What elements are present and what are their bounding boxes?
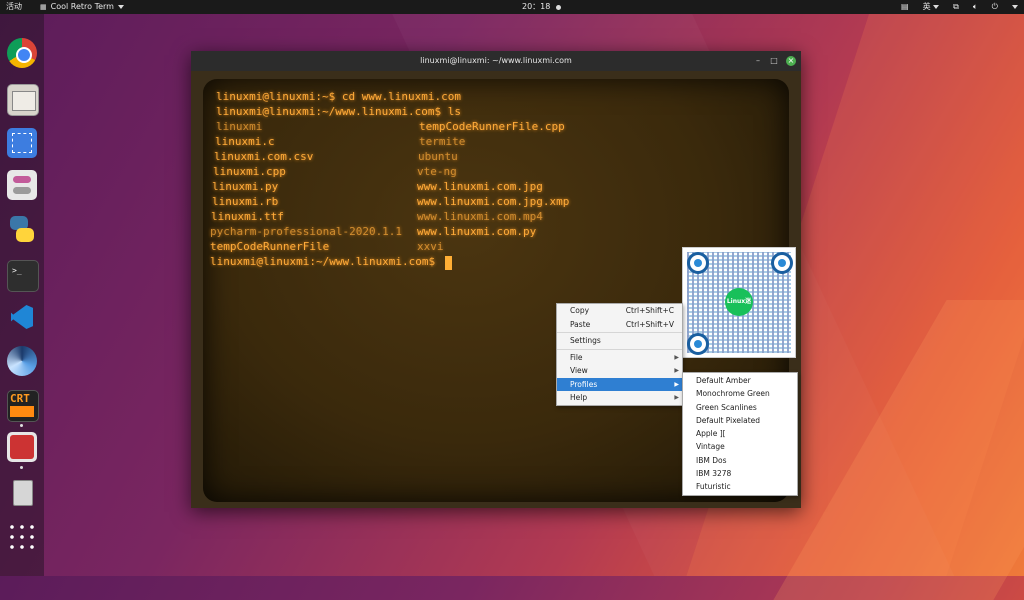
cool-retro-term-icon[interactable]: CRT — [7, 390, 39, 422]
submenu-arrow-icon: ▶ — [674, 394, 679, 401]
dock: >_ CRT — [0, 14, 44, 576]
shortcut-label: Ctrl+Shift+C — [625, 306, 674, 315]
app-menu[interactable]: ▦ Cool Retro Term — [40, 0, 124, 14]
qr-code-image: Linux迷 — [682, 247, 796, 358]
ls-entry: pycharm-professional-2020.1.1 — [210, 225, 403, 238]
ls-entry: www.linuxmi.com.jpg — [417, 180, 543, 193]
ls-entry: linuxmi.rb — [212, 195, 279, 208]
ls-entry: vte-ng — [417, 165, 457, 178]
menu-item-label: View — [570, 366, 588, 375]
qr-logo: Linux迷 — [725, 288, 753, 316]
input-method-indicator[interactable]: 英 — [923, 0, 940, 14]
python-icon[interactable] — [7, 214, 37, 244]
profile-item[interactable]: Monochrome Green — [683, 387, 797, 400]
ls-entry: linuxmi.c — [215, 135, 275, 148]
menu-item-label: Profiles — [570, 379, 598, 389]
menu-item-label: Copy — [570, 306, 590, 315]
power-icon[interactable]: ⏻ — [992, 0, 998, 14]
ls-entry: linuxmi.com.csv — [214, 150, 314, 163]
running-indicator-icon — [20, 466, 23, 469]
window-title: linuxmi@linuxmi: ~/www.linuxmi.com — [420, 56, 572, 65]
ls-entry: tempCodeRunnerFile — [210, 240, 330, 253]
ls-entry: linuxmi.py — [212, 180, 279, 193]
submenu-arrow-icon: ▶ — [674, 380, 679, 388]
files-icon[interactable] — [7, 84, 39, 116]
ls-entry: www.linuxmi.com.mp4 — [417, 210, 543, 223]
menu-item-label: Settings — [570, 336, 601, 345]
shortcut-label: Ctrl+Shift+V — [625, 319, 674, 329]
clock-label: 20：18 — [522, 2, 551, 11]
activities-button[interactable]: 活动 — [6, 0, 22, 14]
system-menu-chevron-icon[interactable] — [1012, 5, 1018, 9]
window-titlebar[interactable]: linuxmi@linuxmi: ~/www.linuxmi.com – □ × — [191, 51, 801, 71]
top-bar: 活动 ▦ Cool Retro Term 20：18 ▤ 英 ⧉ 🔈︎ ⏻ — [0, 0, 1024, 14]
ls-entry: termite — [419, 135, 466, 148]
terminal-cursor — [445, 256, 452, 270]
ls-entry: xxvi — [417, 240, 444, 253]
menu-item-paste[interactable]: Paste Ctrl+Shift+V — [557, 318, 682, 332]
menu-item-help[interactable]: Help ▶ — [557, 391, 682, 405]
submenu-arrow-icon: ▶ — [674, 367, 679, 374]
ls-entry: www.linuxmi.com.py — [417, 225, 537, 238]
ls-entry: linuxmi.ttf — [211, 210, 284, 223]
chevron-down-icon — [933, 5, 940, 9]
profile-item[interactable]: IBM Dos — [683, 454, 797, 467]
close-button[interactable]: × — [786, 56, 796, 66]
ls-entry: linuxmi — [216, 120, 263, 133]
profile-item[interactable]: Apple ][ — [683, 427, 797, 440]
menu-item-view[interactable]: View ▶ — [557, 364, 682, 378]
menu-item-label: File — [570, 352, 583, 362]
profile-item[interactable]: Green Scanlines — [683, 401, 797, 414]
minimize-button[interactable]: – — [753, 56, 763, 66]
network-icon[interactable]: ⧉ — [953, 0, 959, 14]
chevron-down-icon — [117, 5, 124, 9]
screenshot-tool-icon[interactable] — [7, 128, 37, 158]
ls-entry: www.linuxmi.com.jpg.xmp — [417, 195, 570, 208]
clock[interactable]: 20：18 — [522, 0, 562, 14]
ls-entry: tempCodeRunnerFile.cpp — [419, 120, 565, 133]
show-applications-icon[interactable] — [7, 522, 37, 552]
menu-separator — [557, 332, 682, 333]
menu-item-label: Paste — [570, 319, 591, 329]
terminal-line: linuxmi@linuxmi:~$ cd www.linuxmi.com — [216, 90, 462, 103]
vscode-icon[interactable] — [7, 302, 37, 332]
submenu-arrow-icon: ▶ — [674, 353, 679, 361]
chrome-icon[interactable] — [7, 38, 37, 68]
profile-item[interactable]: Default Pixelated — [683, 414, 797, 427]
trash-icon[interactable] — [7, 476, 37, 506]
running-indicator-icon — [20, 424, 23, 427]
menu-separator — [557, 348, 682, 350]
terminal-prompt: linuxmi@linuxmi:~/www.linuxmi.com$ — [210, 255, 436, 268]
tweaks-icon[interactable] — [7, 170, 37, 200]
ls-entry: ubuntu — [418, 150, 458, 163]
app-swirl-icon[interactable] — [7, 346, 37, 376]
profile-item[interactable]: Vintage — [683, 440, 797, 453]
app-menu-label: Cool Retro Term — [50, 2, 114, 11]
input-method-label: 英 — [922, 2, 931, 11]
app-grid-icon: ▦ — [40, 3, 47, 11]
profile-item[interactable]: IBM 3278 — [683, 467, 797, 480]
profile-item[interactable]: Futuristic — [683, 480, 797, 493]
notification-dot-icon — [556, 4, 562, 10]
menu-item-label: Help — [570, 393, 588, 402]
profile-item[interactable]: Default Amber — [683, 374, 797, 387]
system-tray: ▤ 英 ⧉ 🔈︎ ⏻ — [901, 0, 1018, 14]
terminal-icon[interactable]: >_ — [7, 260, 39, 292]
qr-finder-icon — [687, 252, 709, 274]
maximize-button[interactable]: □ — [769, 56, 779, 66]
app-indicator-icon[interactable]: ▤ — [901, 0, 909, 14]
volume-icon[interactable]: 🔈︎ — [973, 0, 978, 14]
menu-item-file[interactable]: File ▶ — [557, 351, 682, 365]
menu-item-profiles[interactable]: Profiles ▶ — [557, 377, 682, 391]
terminal-line: linuxmi@linuxmi:~/www.linuxmi.com$ ls — [216, 105, 462, 118]
profiles-submenu: Default Amber Monochrome Green Green Sca… — [682, 372, 798, 496]
context-menu: Copy Ctrl+Shift+C Paste Ctrl+Shift+V Set… — [556, 303, 683, 406]
qr-finder-icon — [687, 333, 709, 355]
ls-entry: linuxmi.cpp — [213, 165, 286, 178]
menu-item-settings[interactable]: Settings — [557, 334, 682, 348]
qr-finder-icon — [771, 252, 793, 274]
menu-item-copy[interactable]: Copy Ctrl+Shift+C — [557, 304, 682, 318]
active-window-icon[interactable] — [7, 432, 37, 462]
